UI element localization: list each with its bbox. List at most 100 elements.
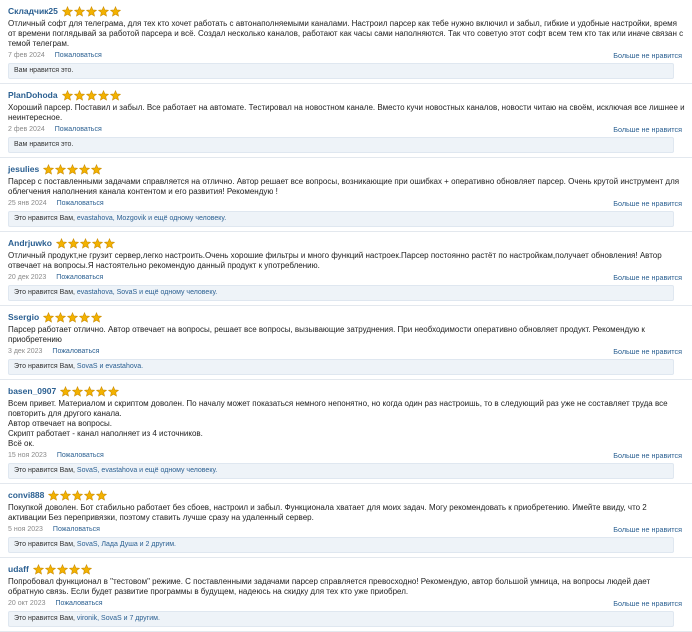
star-icon — [73, 89, 85, 101]
unlike-link[interactable]: Больше не нравится — [613, 273, 682, 282]
review-header: basen_0907 — [8, 384, 686, 398]
star-icon — [85, 89, 97, 101]
star-icon — [44, 563, 56, 575]
review-meta: 2 фев 2024 Пожаловаться Больше не нравится — [8, 124, 686, 135]
star-icon — [96, 385, 108, 397]
star-icon — [84, 385, 96, 397]
review-text: Отличный софт для телеграма, для тех кто… — [8, 19, 684, 48]
likes-summary: Это нравится Вам, SovaS, evastahova и ещ… — [8, 463, 674, 479]
review-author-link[interactable]: udaff — [8, 564, 29, 574]
star-icon — [43, 163, 55, 175]
unlike-link[interactable]: Больше не нравится — [613, 451, 682, 460]
star-icon — [61, 5, 73, 17]
review-header: Складчик25 — [8, 4, 686, 18]
unlike-link[interactable]: Больше не нравится — [613, 347, 682, 356]
complain-link[interactable]: Пожаловаться — [55, 52, 102, 59]
star-icon — [91, 237, 103, 249]
review-text: Всем привет. Материалом и скриптом довол… — [8, 399, 668, 448]
star-icon — [80, 563, 92, 575]
likes-names-link[interactable]: SovaS, Лада Душа и 2 другим. — [77, 541, 176, 548]
review-meta: 25 янв 2024 Пожаловаться Больше не нравитс… — [8, 198, 686, 209]
star-icon — [109, 89, 121, 101]
likes-summary: Это нравится Вам, SovaS, Лада Душа и 2 д… — [8, 537, 674, 553]
review-author-link[interactable]: Складчик25 — [8, 6, 58, 16]
unlike-link[interactable]: Больше не нравится — [613, 199, 682, 208]
review-header: convi888 — [8, 488, 686, 502]
star-icon — [60, 385, 72, 397]
star-icon — [67, 237, 79, 249]
star-icon — [84, 489, 96, 501]
review-date: 7 фев 2024 — [8, 52, 45, 59]
rating-stars — [60, 385, 120, 397]
review-date: 15 ноя 2023 — [8, 452, 47, 459]
review-item: PlanDohoda Хороший парсер. Поставил и заб… — [0, 84, 692, 158]
review-header: udaff — [8, 562, 686, 576]
review-header: jesulies — [8, 162, 686, 176]
star-icon — [55, 163, 67, 175]
unlike-link[interactable]: Больше не нравится — [613, 125, 682, 134]
review-item: jesulies Парсер с поставленными задачами … — [0, 158, 692, 232]
review-author-link[interactable]: Andrjuwko — [8, 238, 52, 248]
likes-summary: Это нравится Вам, evastahova, Mozgovik и… — [8, 211, 674, 227]
likes-prefix: Это нравится Вам, — [14, 541, 77, 548]
review-author-link[interactable]: Ssergio — [8, 312, 39, 322]
star-icon — [48, 489, 60, 501]
complain-link[interactable]: Пожаловаться — [57, 200, 104, 207]
complain-link[interactable]: Пожаловаться — [55, 126, 102, 133]
unlike-link[interactable]: Больше не нравится — [613, 51, 682, 60]
star-icon — [96, 489, 108, 501]
star-icon — [72, 489, 84, 501]
review-meta: 5 ноя 2023 Пожаловаться Больше не нравится — [8, 524, 686, 535]
likes-summary: Вам нравится это. — [8, 137, 674, 153]
star-icon — [79, 311, 91, 323]
likes-prefix: Вам нравится это. — [14, 67, 74, 74]
complain-link[interactable]: Пожаловаться — [53, 526, 100, 533]
star-icon — [72, 385, 84, 397]
review-item: udaff Попробовал функционал в "тестовом" … — [0, 558, 692, 632]
star-icon — [109, 5, 121, 17]
star-icon — [55, 237, 67, 249]
star-icon — [103, 237, 115, 249]
star-icon — [79, 163, 91, 175]
likes-names-link[interactable]: vironik, SovaS и 7 другим. — [77, 615, 160, 622]
likes-names-link[interactable]: SovaS и evastahova. — [77, 363, 143, 370]
star-icon — [67, 311, 79, 323]
reviews-list: Складчик25 Отличный софт для телеграма, д… — [0, 0, 692, 632]
star-icon — [73, 5, 85, 17]
likes-names-link[interactable]: evastahova, SovaS и ещё одному человеку. — [77, 289, 217, 296]
review-author-link[interactable]: basen_0907 — [8, 386, 56, 396]
star-icon — [85, 5, 97, 17]
complain-link[interactable]: Пожаловаться — [52, 348, 99, 355]
review-author-link[interactable]: PlanDohoda — [8, 90, 58, 100]
review-author-link[interactable]: jesulies — [8, 164, 39, 174]
likes-names-link[interactable]: SovaS, evastahova и ещё одному человеку. — [77, 467, 217, 474]
rating-stars — [43, 311, 103, 323]
review-header: PlanDohoda — [8, 88, 686, 102]
complain-link[interactable]: Пожаловаться — [57, 452, 104, 459]
review-text: Парсер с поставленными задачами справляе… — [8, 177, 680, 196]
star-icon — [91, 311, 103, 323]
complain-link[interactable]: Пожаловаться — [56, 274, 103, 281]
review-text: Попробовал функционал в "тестовом" режим… — [8, 577, 651, 596]
review-author-link[interactable]: convi888 — [8, 490, 44, 500]
review-header: Andrjuwko — [8, 236, 686, 250]
review-item: Ssergio Парсер работает отлично. Автор от… — [0, 306, 692, 380]
star-icon — [91, 163, 103, 175]
unlike-link[interactable]: Больше не нравится — [613, 525, 682, 534]
review-meta: 20 дек 2023 Пожаловаться Больше не нравитс… — [8, 272, 686, 283]
review-text: Хороший парсер. Поставил и забыл. Все ра… — [8, 103, 685, 122]
review-item: basen_0907 Всем привет. Материалом и скри… — [0, 380, 692, 484]
likes-prefix: Это нравится Вам, — [14, 615, 77, 622]
review-date: 20 дек 2023 — [8, 274, 47, 281]
review-item: Andrjuwko Отличный продукт,не грузит серв… — [0, 232, 692, 306]
star-icon — [108, 385, 120, 397]
review-date: 3 дек 2023 — [8, 348, 43, 355]
star-icon — [55, 311, 67, 323]
likes-summary: Это нравится Вам, evastahova, SovaS и ещ… — [8, 285, 674, 301]
unlike-link[interactable]: Больше не нравится — [613, 599, 682, 608]
complain-link[interactable]: Пожаловаться — [56, 600, 103, 607]
likes-prefix: Это нравится Вам, — [14, 467, 77, 474]
likes-prefix: Это нравится Вам, — [14, 289, 77, 296]
rating-stars — [48, 489, 108, 501]
likes-names-link[interactable]: evastahova, Mozgovik и ещё одному челове… — [77, 215, 226, 222]
